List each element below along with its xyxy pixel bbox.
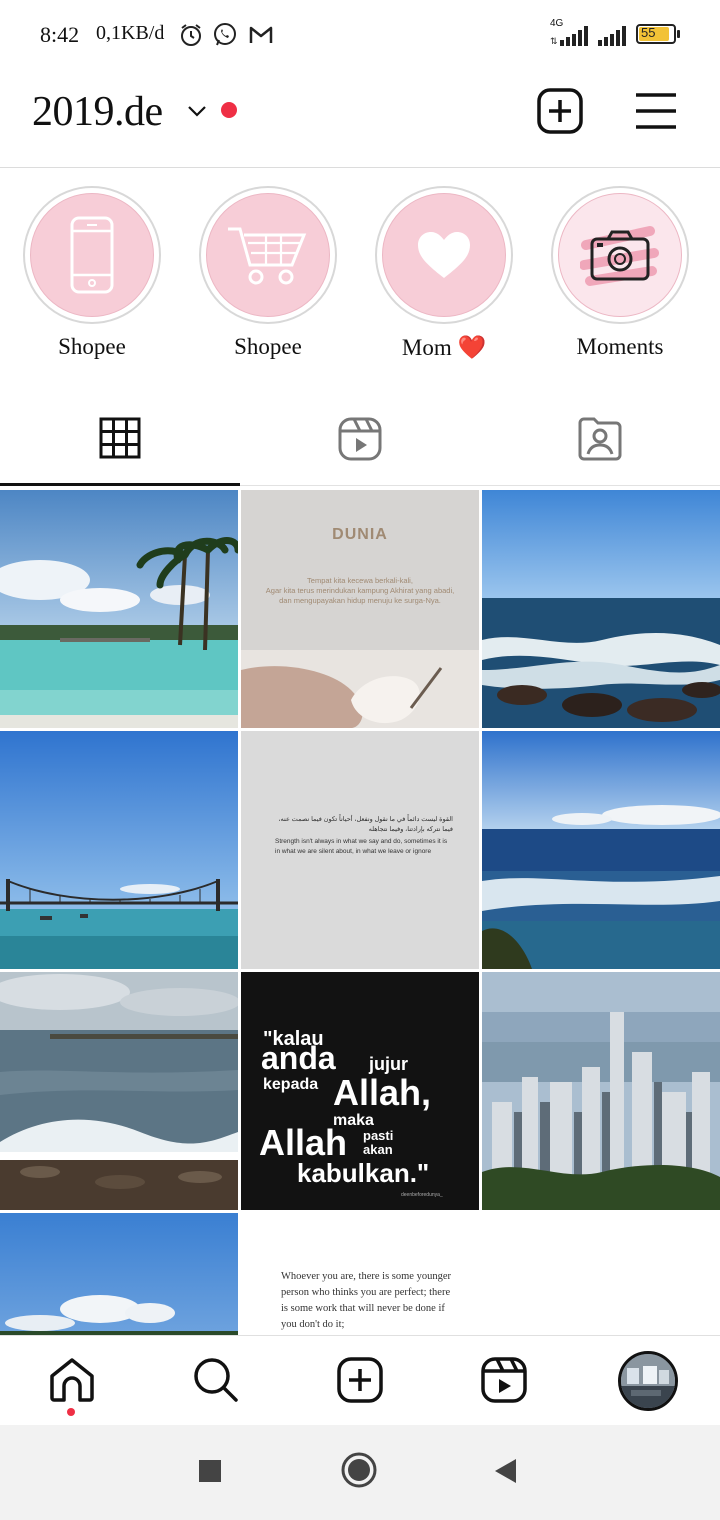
search-icon[interactable] [192, 1356, 240, 1404]
create-post-icon[interactable] [336, 1356, 384, 1404]
profile-avatar[interactable] [618, 1351, 678, 1411]
post-beach-sky[interactable] [0, 1213, 238, 1335]
avatar-image [621, 1354, 675, 1408]
post-image [0, 1213, 238, 1335]
post-image [0, 972, 238, 1210]
heart-icon [418, 232, 470, 278]
post-image [241, 650, 479, 728]
chevron-down-icon[interactable] [186, 100, 208, 122]
heart-emoji: ❤️ [457, 335, 487, 360]
camera-icon [580, 226, 659, 286]
status-network-speed: 0,1KB/d [96, 22, 165, 44]
home-button-icon[interactable] [340, 1451, 378, 1489]
post-city-skyline[interactable] [482, 972, 720, 1210]
post-image [482, 731, 720, 969]
back-icon[interactable] [492, 1457, 520, 1485]
bottom-navigation [0, 1335, 720, 1425]
grid-icon [99, 417, 141, 458]
profile-tabs [0, 392, 720, 486]
quote-line: pasti [363, 1128, 394, 1143]
alarm-icon [181, 24, 201, 46]
post-dunia[interactable]: DUNIA Tempat kita kecewa berkali-kali, A… [241, 490, 479, 728]
highlight-mom[interactable]: Mom ❤️ [369, 186, 519, 361]
new-post-icon[interactable] [537, 88, 583, 134]
signal-icon-1: ⇅ [550, 26, 588, 46]
post-dunia-body: Tempat kita kecewa berkali-kali, Agar ki… [265, 576, 455, 605]
post-kalau-quote[interactable]: "kalau anda jujur kepada Allah, maka All… [241, 972, 479, 1210]
highlight-label: Shopee [234, 334, 302, 359]
profile-header: 2019.de [0, 68, 720, 168]
post-image [482, 490, 720, 728]
quote-line: kabulkan." [297, 1158, 430, 1188]
quote-line: kepada [263, 1076, 319, 1093]
status-time: 8:42 [40, 22, 80, 47]
battery-level: 55 [641, 25, 656, 40]
highlight-label: Moments [576, 334, 664, 359]
cart-icon [228, 227, 307, 285]
post-beach-pool[interactable] [0, 490, 238, 728]
post-image [482, 972, 720, 1210]
battery-indicator: 55 [636, 24, 680, 46]
status-bar: 8:42 0,1KB/d 4G ⇅ 55 [0, 0, 720, 68]
quote-line: anda [261, 1040, 336, 1076]
quote-line: Allah, [333, 1072, 432, 1113]
quote-line: akan [363, 1142, 393, 1157]
post-sea-shore[interactable] [482, 731, 720, 969]
android-navigation-bar [0, 1425, 720, 1520]
post-bridge[interactable] [0, 731, 238, 969]
highlight-shopee-2[interactable]: Shopee [193, 186, 343, 360]
recent-apps-icon[interactable] [198, 1459, 222, 1483]
post-image [0, 731, 238, 969]
menu-icon[interactable] [634, 90, 678, 132]
post-strength-arabic: القوة ليست دائماً في ما نقول ونفعل، أحيا… [278, 816, 453, 833]
tab-grid[interactable] [0, 392, 240, 486]
tagged-icon [578, 417, 622, 461]
account-username[interactable]: 2019.de [32, 88, 163, 136]
tab-tagged[interactable] [480, 392, 720, 486]
gmail-icon [249, 26, 273, 43]
posts-grid: DUNIA Tempat kita kecewa berkali-kali, A… [0, 490, 720, 1335]
post-whoever-quote[interactable]: Whoever you are, there is some younger p… [241, 1213, 479, 1335]
notification-dot [221, 102, 237, 118]
post-strength-english: Strength isn't always in what we say and… [275, 838, 448, 855]
home-icon[interactable] [48, 1356, 96, 1404]
quote-credit: deenbeforedunya_ [401, 1192, 443, 1198]
reels-icon [338, 417, 382, 461]
phone-icon [70, 216, 114, 294]
tab-reels[interactable] [240, 392, 480, 486]
highlight-moments[interactable]: Moments [545, 186, 695, 360]
post-ocean-waves[interactable] [482, 490, 720, 728]
reels-nav-icon[interactable] [480, 1356, 528, 1404]
highlight-label: Shopee [58, 334, 126, 359]
home-notification-dot [67, 1408, 75, 1416]
highlight-shopee-1[interactable]: Shopee [17, 186, 167, 360]
post-dunia-title: DUNIA [332, 526, 388, 543]
highlight-label: Mom ❤️ [401, 335, 487, 360]
post-image [0, 490, 238, 728]
whatsapp-icon [214, 23, 236, 46]
svg-text:⇅: ⇅ [550, 36, 558, 46]
story-highlights: Shopee Shopee Mom ❤️ Moments [0, 186, 720, 366]
post-grey-sea[interactable] [0, 972, 238, 1210]
post-strength-quote[interactable]: القوة ليست دائماً في ما نقول ونفعل، أحيا… [241, 731, 479, 969]
post-whoever-body: Whoever you are, there is some younger p… [281, 1271, 451, 1330]
signal-icon-2 [598, 26, 626, 46]
